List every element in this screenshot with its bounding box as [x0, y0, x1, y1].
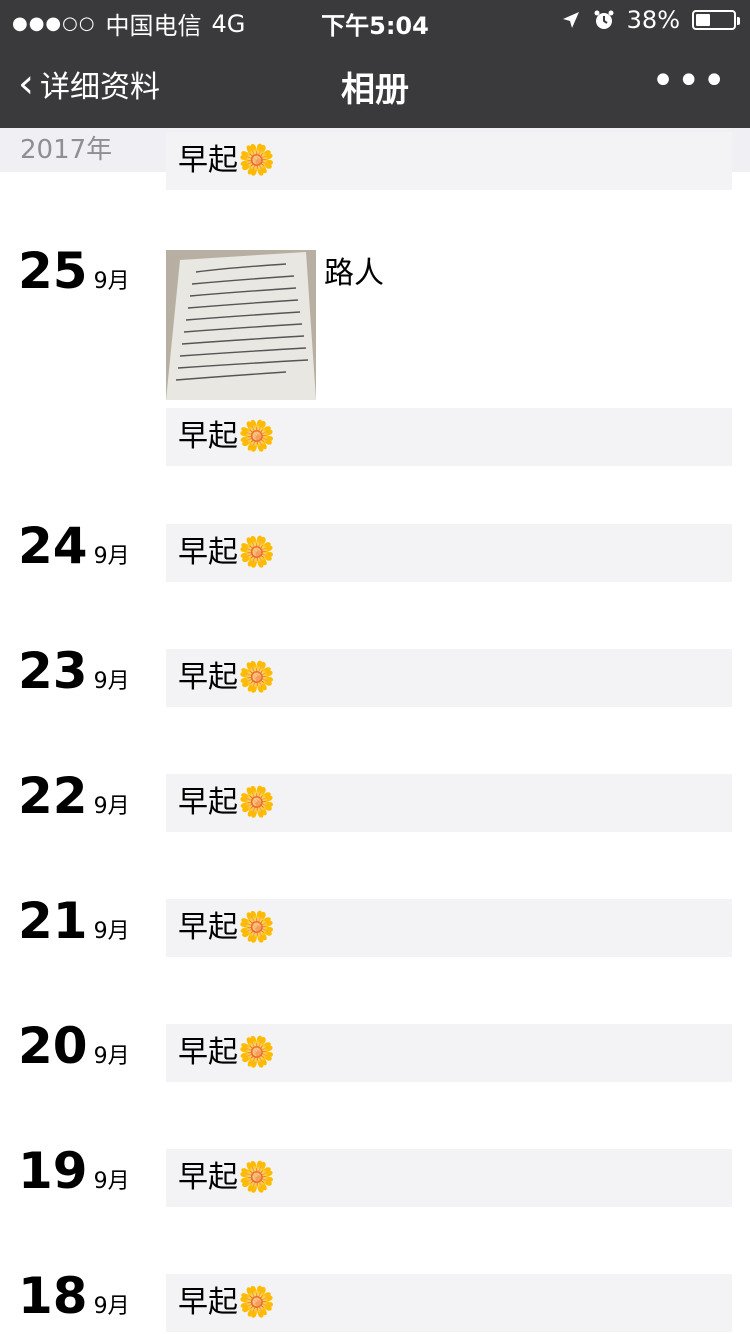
post-text: 早起 [178, 910, 238, 945]
post-card[interactable]: 早起🌼 [166, 649, 732, 707]
album-list[interactable]: 早起🌼 25 9月 路人 早起🌼 24 9月 早起🌼 23 9月 早起🌼 22 … [0, 132, 750, 1334]
post-card[interactable]: 早起🌼 [166, 1274, 732, 1332]
status-right: 38% [561, 6, 740, 34]
date-month: 9月 [93, 669, 130, 694]
sunflower-icon: 🌼 [238, 910, 276, 945]
sunflower-icon: 🌼 [238, 1285, 276, 1320]
sunflower-icon: 🌼 [238, 535, 276, 570]
header: ●●●○○ 中国电信 4G 下午5:04 38% ‹ 详细资料 相册 ••• [0, 0, 750, 128]
date-day: 18 [18, 1267, 88, 1325]
post-text: 早起 [178, 143, 238, 178]
date-label: 19 9月 [18, 1142, 130, 1200]
album-screen: ●●●○○ 中国电信 4G 下午5:04 38% ‹ 详细资料 相册 ••• 2… [0, 0, 750, 1334]
sunflower-icon: 🌼 [238, 1035, 276, 1070]
date-label: 18 9月 [18, 1267, 130, 1325]
post-text: 早起 [178, 785, 238, 820]
date-day: 24 [18, 517, 88, 575]
status-bar: ●●●○○ 中国电信 4G 下午5:04 38% [0, 0, 750, 40]
photo-thumbnail[interactable] [166, 250, 316, 400]
post-card[interactable]: 早起🌼 [166, 408, 732, 466]
post-text: 早起 [178, 1035, 238, 1070]
date-label: 22 9月 [18, 767, 130, 825]
date-label: 25 9月 [18, 242, 130, 300]
date-day: 20 [18, 1017, 88, 1075]
page-title: 相册 [341, 70, 409, 110]
date-label: 24 9月 [18, 517, 130, 575]
post-text: 早起 [178, 1285, 238, 1320]
date-day: 22 [18, 767, 88, 825]
sunflower-icon: 🌼 [238, 785, 276, 820]
sunflower-icon: 🌼 [238, 143, 276, 178]
date-month: 9月 [93, 544, 130, 569]
alarm-clock-icon [594, 10, 614, 29]
post-card[interactable]: 早起🌼 [166, 1024, 732, 1082]
sunflower-icon: 🌼 [238, 1160, 276, 1195]
post-text: 早起 [178, 660, 238, 695]
post-text: 早起 [178, 419, 238, 454]
post-text: 早起 [178, 535, 238, 570]
date-day: 19 [18, 1142, 88, 1200]
date-month: 9月 [93, 269, 130, 294]
post-card[interactable]: 早起🌼 [166, 899, 732, 957]
date-label: 23 9月 [18, 642, 130, 700]
post-card[interactable]: 早起🌼 [166, 1149, 732, 1207]
nav-bar: ‹ 详细资料 相册 ••• [0, 40, 750, 128]
handwriting-photo [166, 250, 316, 400]
date-month: 9月 [93, 1169, 130, 1194]
post-text: 早起 [178, 1160, 238, 1195]
post-card[interactable]: 早起🌼 [166, 774, 732, 832]
date-month: 9月 [93, 919, 130, 944]
date-month: 9月 [93, 1044, 130, 1069]
date-day: 23 [18, 642, 88, 700]
battery-fill [696, 14, 710, 26]
date-label: 21 9月 [18, 892, 130, 950]
battery-percent: 38% [626, 6, 680, 34]
date-month: 9月 [93, 794, 130, 819]
battery-icon [692, 10, 740, 30]
date-day: 25 [18, 242, 88, 300]
location-arrow-icon [562, 12, 579, 28]
sunflower-icon: 🌼 [238, 660, 276, 695]
photo-caption: 路人 [324, 256, 384, 291]
date-label: 20 9月 [18, 1017, 130, 1075]
date-day: 21 [18, 892, 88, 950]
more-dots-icon[interactable]: ••• [651, 58, 728, 104]
date-month: 9月 [93, 1294, 130, 1319]
partial-post-card[interactable]: 早起🌼 [166, 132, 732, 190]
sunflower-icon: 🌼 [238, 419, 276, 454]
post-card[interactable]: 早起🌼 [166, 524, 732, 582]
